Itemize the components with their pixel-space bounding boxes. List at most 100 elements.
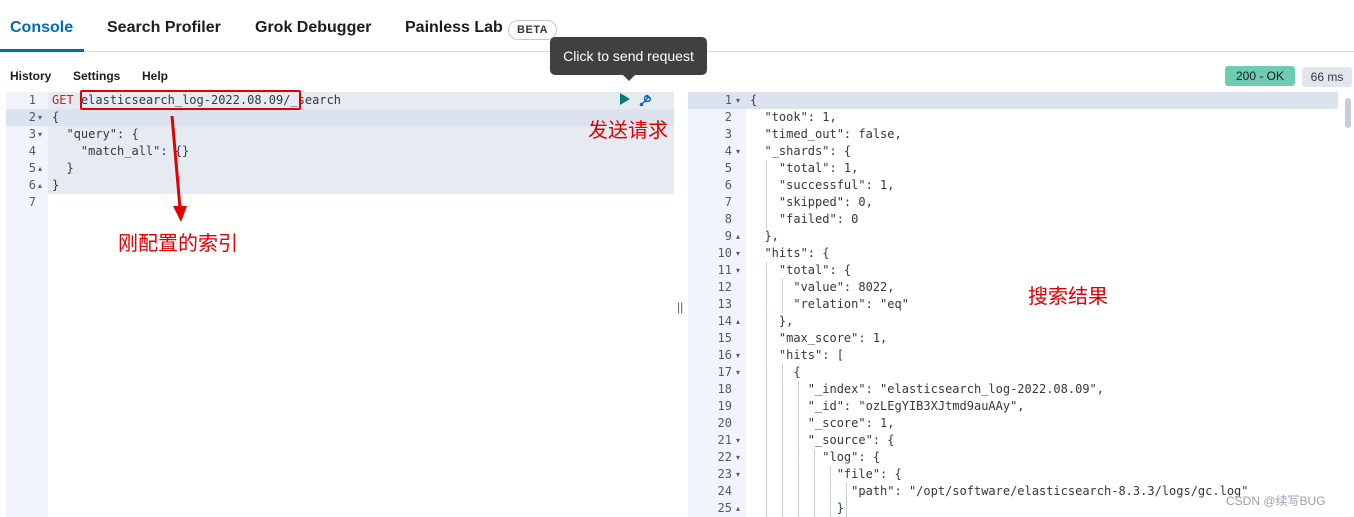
code-text: "max_score": 1, xyxy=(750,331,888,345)
fold-toggle-icon[interactable]: ▴ xyxy=(736,313,740,330)
fold-toggle-icon[interactable]: ▾ xyxy=(736,466,740,483)
send-request-tooltip: Click to send request xyxy=(550,37,707,75)
fold-toggle-icon[interactable]: ▴ xyxy=(736,500,740,517)
response-line: 7 "skipped": 0, xyxy=(688,194,1338,211)
line-number: 8 xyxy=(724,212,732,226)
fold-toggle-icon[interactable]: ▴ xyxy=(736,228,740,245)
code-text: "file": { xyxy=(750,467,902,481)
response-line: 4 ▾ "_shards": { xyxy=(688,143,1338,160)
code-text: "_score": 1, xyxy=(750,416,895,430)
index-highlight-box xyxy=(80,90,301,110)
fold-toggle-icon[interactable]: ▾ xyxy=(736,92,740,109)
request-line-3: 3 ▾ "query": { xyxy=(6,126,674,143)
line-number: 14 xyxy=(717,314,732,328)
response-line: 14 ▴ }, xyxy=(688,313,1338,330)
tab-console[interactable]: Console xyxy=(10,19,73,37)
watermark: CSDN @续写BUG xyxy=(1226,494,1326,508)
request-line-5: 5 ▴ } xyxy=(6,160,674,177)
fold-toggle-icon[interactable]: ▾ xyxy=(736,245,740,262)
fold-toggle-icon[interactable]: ▴ xyxy=(38,160,42,177)
code-text: "log": { xyxy=(750,450,881,464)
line-number: 4 xyxy=(28,144,36,158)
pane-resize-handle[interactable]: || xyxy=(677,300,683,314)
fold-toggle-icon[interactable]: ▾ xyxy=(736,262,740,279)
request-editor[interactable]: 1 GET elasticsearch_log-2022.08.09/_sear… xyxy=(6,92,674,517)
annotation-arrow xyxy=(170,116,187,222)
code-text: { xyxy=(52,110,60,124)
code-text: "total": { xyxy=(750,263,852,277)
line-number: 22 xyxy=(717,450,732,464)
response-line: 5 "total": 1, xyxy=(688,160,1338,177)
response-line: 12 "value": 8022, xyxy=(688,279,1338,296)
response-line: 18 "_index": "elasticsearch_log-2022.08.… xyxy=(688,381,1338,398)
response-line: 16 ▾ "hits": [ xyxy=(688,347,1338,364)
line-number: 7 xyxy=(28,195,36,209)
code-text: }, xyxy=(750,314,794,328)
line-number: 20 xyxy=(717,416,732,430)
code-text: "successful": 1, xyxy=(750,178,895,192)
line-number: 4 xyxy=(724,144,732,158)
line-number: 1 xyxy=(28,93,36,107)
response-line: 13 "relation": "eq" xyxy=(688,296,1338,313)
line-number: 2 xyxy=(724,110,732,124)
response-line: 15 "max_score": 1, xyxy=(688,330,1338,347)
fold-toggle-icon[interactable]: ▾ xyxy=(736,432,740,449)
code-text: "_shards": { xyxy=(750,144,852,158)
line-number: 9 xyxy=(724,229,732,243)
line-number: 5 xyxy=(28,161,36,175)
fold-toggle-icon[interactable]: ▾ xyxy=(38,109,42,126)
line-number: 3 xyxy=(28,127,36,141)
tab-painless-lab[interactable]: Painless Lab xyxy=(405,19,503,37)
fold-toggle-icon[interactable]: ▾ xyxy=(736,143,740,160)
fold-toggle-icon[interactable]: ▾ xyxy=(736,449,740,466)
tab-search-profiler[interactable]: Search Profiler xyxy=(107,19,221,37)
response-time-badge: 66 ms xyxy=(1302,67,1352,87)
line-number: 1 xyxy=(724,93,732,107)
code-text: "relation": "eq" xyxy=(750,297,909,311)
fold-toggle-icon[interactable]: ▾ xyxy=(736,364,740,381)
line-number: 3 xyxy=(724,127,732,141)
menu-help[interactable]: Help xyxy=(142,69,168,83)
line-number: 12 xyxy=(717,280,732,294)
tooltip-arrow xyxy=(622,74,636,81)
request-line-6: 6 ▴} xyxy=(6,177,674,194)
annotation-index: 刚配置的索引 xyxy=(118,231,238,255)
menu-history[interactable]: History xyxy=(10,69,51,83)
line-number: 21 xyxy=(717,433,732,447)
response-line: 22 ▾ "log": { xyxy=(688,449,1338,466)
code-text: "skipped": 0, xyxy=(750,195,873,209)
fold-toggle-icon[interactable]: ▴ xyxy=(38,177,42,194)
code-text: } xyxy=(52,161,74,175)
code-text: "path": "/opt/software/elasticsearch-8.3… xyxy=(750,484,1249,498)
line-number: 11 xyxy=(717,263,732,277)
code-text: "took": 1, xyxy=(750,110,837,124)
code-text: "total": 1, xyxy=(750,161,859,175)
line-number: 23 xyxy=(717,467,732,481)
line-number: 17 xyxy=(717,365,732,379)
fold-toggle-icon[interactable]: ▾ xyxy=(736,347,740,364)
response-line: 21 ▾ "_source": { xyxy=(688,432,1338,449)
line-number: 15 xyxy=(717,331,732,345)
response-line: 2 "took": 1, xyxy=(688,109,1338,126)
code-text: "hits": { xyxy=(750,246,830,260)
code-text: "_source": { xyxy=(750,433,895,447)
run-request-icon[interactable] xyxy=(620,93,630,105)
line-number: 6 xyxy=(28,178,36,192)
code-text: "timed_out": false, xyxy=(750,127,902,141)
code-text: "value": 8022, xyxy=(750,280,895,294)
menu-settings[interactable]: Settings xyxy=(73,69,120,83)
line-number: 2 xyxy=(28,110,36,124)
annotation-result: 搜索结果 xyxy=(1028,284,1108,308)
fold-toggle-icon[interactable]: ▾ xyxy=(38,126,42,143)
response-editor: 1 ▾{2 "took": 1, 3 "timed_out": false, 4 ▾ "… xyxy=(688,92,1344,517)
request-line-4: 4 "match_all": {} xyxy=(6,143,674,160)
request-line-7: 7 xyxy=(6,194,674,211)
code-text: }, xyxy=(750,229,779,243)
line-number: 5 xyxy=(724,161,732,175)
code-text: "_id": "ozLEgYIB3XJtmd9auAAy", xyxy=(750,399,1025,413)
response-scrollbar[interactable] xyxy=(1345,98,1351,128)
response-line: 19 "_id": "ozLEgYIB3XJtmd9auAAy", xyxy=(688,398,1338,415)
wrench-icon[interactable] xyxy=(638,92,654,108)
response-line: 9 ▴ }, xyxy=(688,228,1338,245)
tab-grok-debugger[interactable]: Grok Debugger xyxy=(255,19,371,37)
